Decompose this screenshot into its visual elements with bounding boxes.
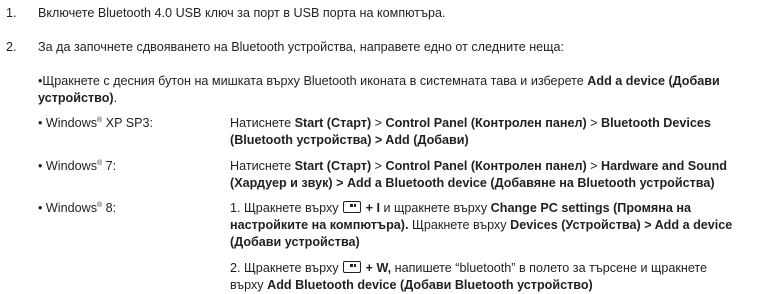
instruction-fragment: Натиснете: [230, 116, 295, 130]
os-label-xp: • Windows® XP SP3:: [38, 116, 154, 130]
instruction-fragment: >: [586, 159, 602, 173]
instruction-fragment: Натиснете: [230, 159, 295, 173]
instruction-line-2: (Bluetooth устройства) > Add (Добави): [230, 132, 760, 149]
instruction-fragment: >: [371, 116, 386, 130]
xp-instructions: Натиснете Start (Старт) > Control Panel …: [230, 115, 760, 149]
instruction-fragment: >: [586, 116, 602, 130]
instruction-fragment: Start (Старт): [294, 116, 372, 130]
instruction-fragment: (Хардуер и звук) > Add a Bluetooth devic…: [230, 176, 715, 190]
instruction-line-1: Натиснете Start (Старт) > Control Panel …: [230, 158, 760, 175]
instruction-fragment: Start (Старт): [294, 159, 372, 173]
windows-key-icon: [343, 201, 362, 213]
step-1-text: Включете Bluetooth 4.0 USB ключ за порт …: [38, 6, 446, 20]
instruction-fragment: Control Panel (Контролен панел): [385, 116, 587, 130]
win7-instructions: Натиснете Start (Старт) > Control Panel …: [230, 158, 760, 192]
instruction-fragment: Hardware and Sound: [601, 159, 727, 173]
manual-page: 1. Включете Bluetooth 4.0 USB ключ за по…: [0, 0, 763, 294]
instruction-line-2: (Хардуер и звук) > Add a Bluetooth devic…: [230, 175, 760, 192]
win8-item-2: 2. Щракнете върху + W, напишете “bluetoo…: [230, 261, 708, 292]
os-label-win7: • Windows® 7:: [38, 159, 117, 173]
instruction-line-1: Натиснете Start (Старт) > Control Panel …: [230, 115, 760, 132]
win8-item-1: 1. Щракнете върху + I и щракнете върху C…: [230, 201, 733, 249]
right-click-instruction: •Щракнете с десния бутон на мишката върх…: [38, 74, 720, 105]
instruction-fragment: Bluetooth Devices: [601, 116, 711, 130]
instruction-fragment: >: [371, 159, 386, 173]
instruction-fragment: (Bluetooth устройства) > Add (Добави): [230, 133, 469, 147]
windows-key-icon: [343, 261, 362, 273]
step-1-number: 1.: [6, 6, 17, 20]
os-label-win8: • Windows® 8:: [38, 201, 117, 215]
step-2-number: 2.: [6, 40, 17, 54]
step-2-text: За да започнете сдвояването на Bluetooth…: [38, 40, 565, 54]
instruction-fragment: Control Panel (Контролен панел): [385, 159, 587, 173]
